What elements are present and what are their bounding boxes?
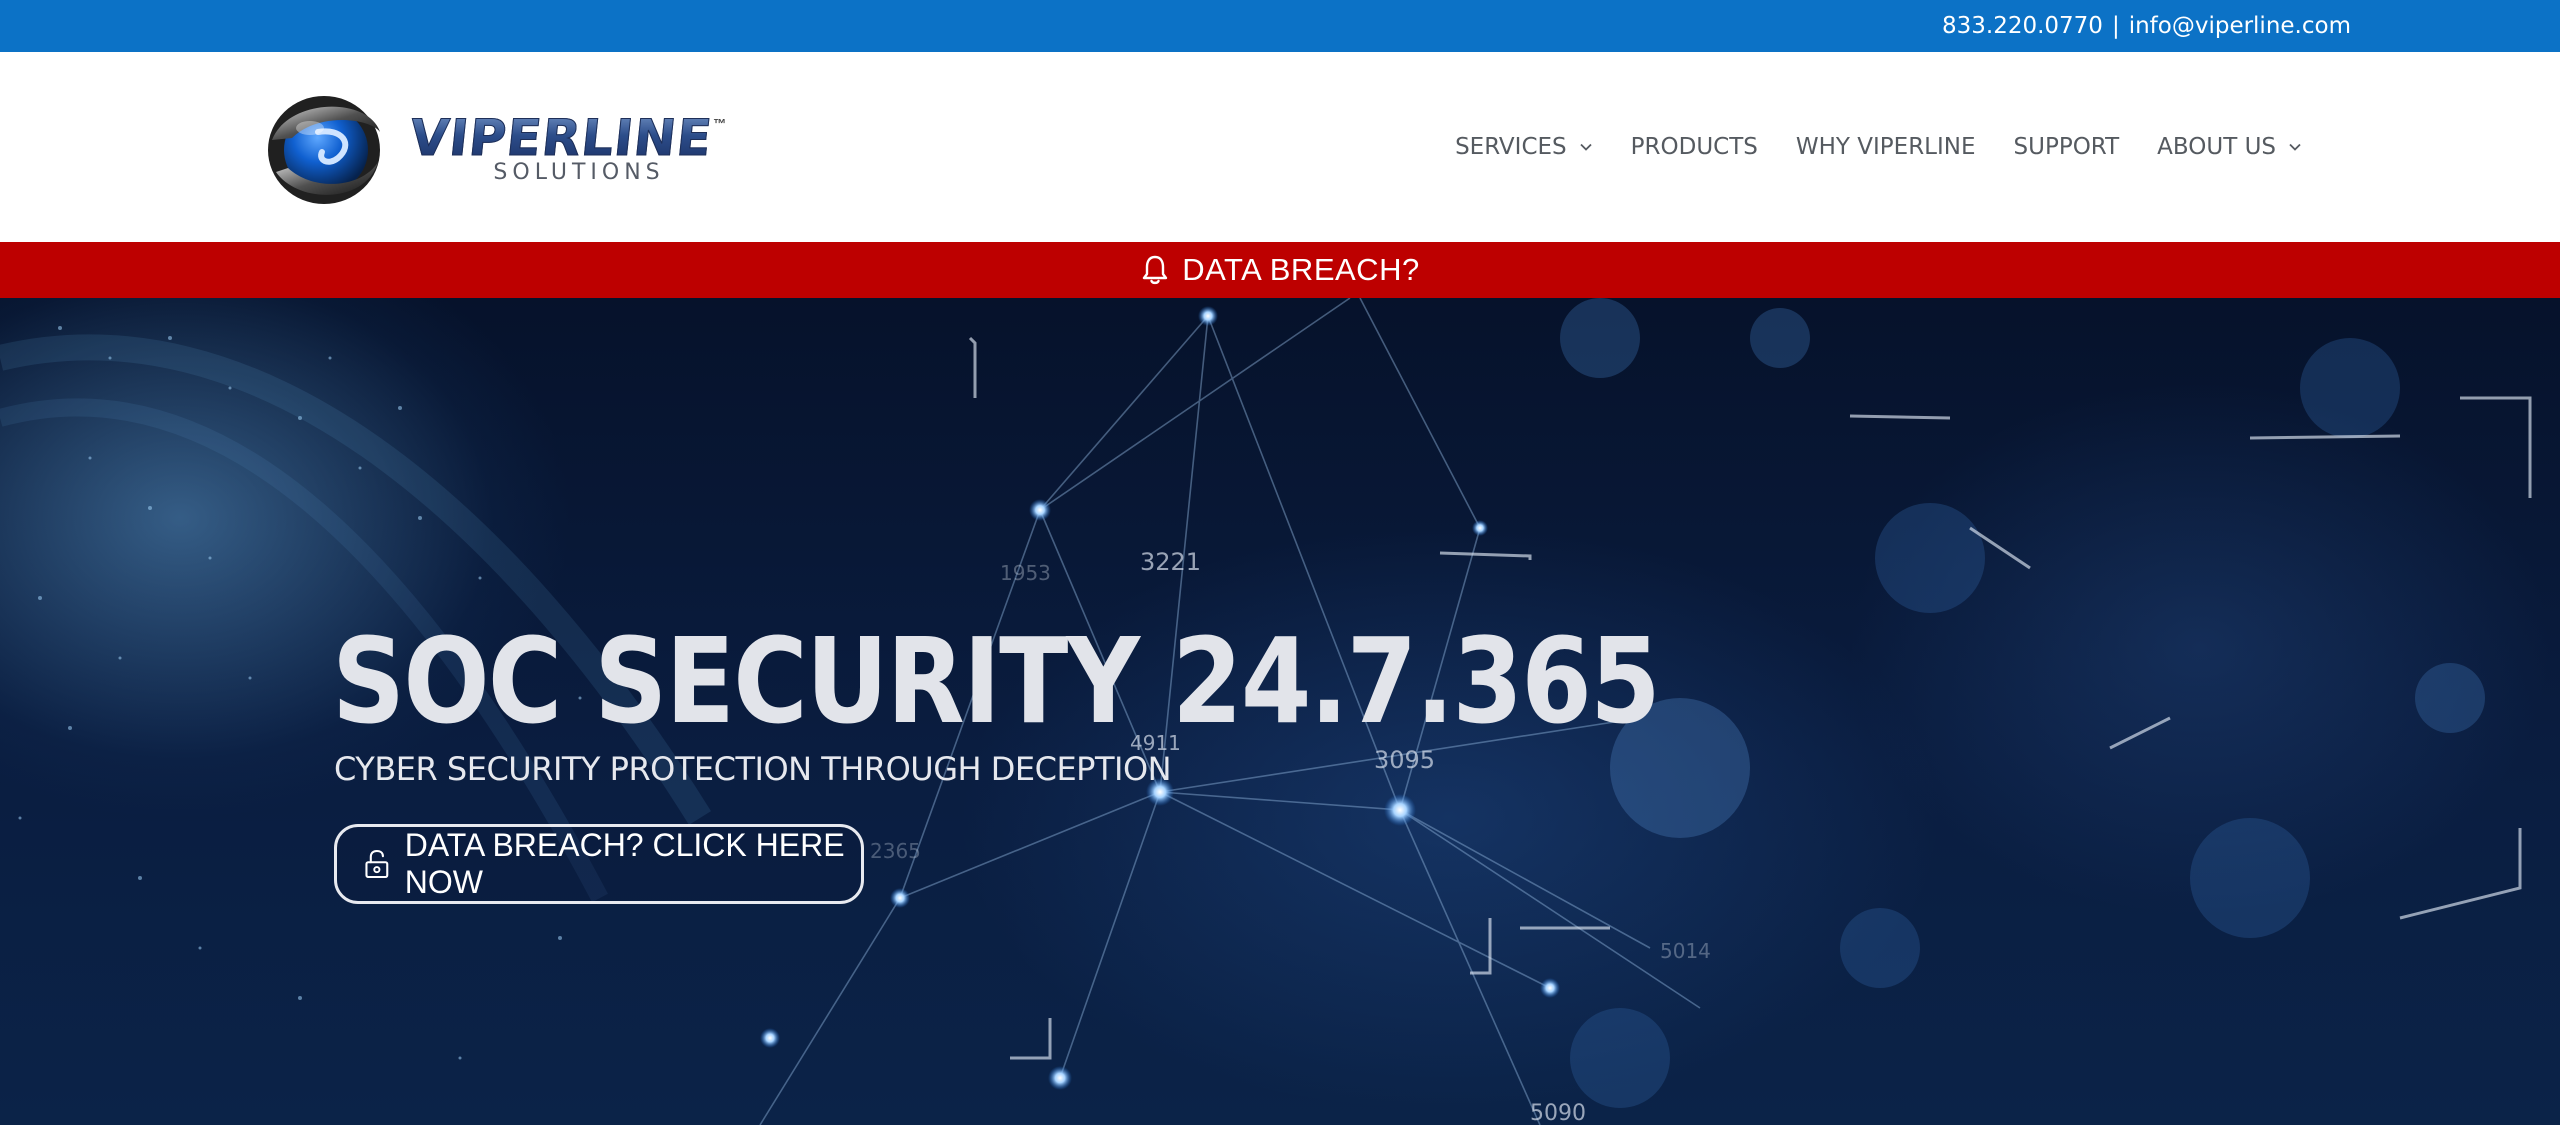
nav-item-label: ABOUT US <box>2157 134 2276 160</box>
alert-label: DATA BREACH? <box>1182 252 1420 287</box>
bg-number: 1953 <box>1000 561 1051 585</box>
bg-number: 3095 <box>1374 746 1435 774</box>
contact-separator: | <box>2111 13 2120 39</box>
main-nav: SERVICES PRODUCTS WHY VIPERLINE SUPPORT … <box>1417 52 2302 242</box>
site-header: VIPERLINE ™ SOLUTIONS SERVICES PRODUCTS … <box>0 52 2560 242</box>
viperline-logo-icon <box>268 96 380 204</box>
nav-item-support[interactable]: SUPPORT <box>2014 134 2120 160</box>
data-breach-alert-bar[interactable]: DATA BREACH? <box>0 242 2560 298</box>
bg-number: 2365 <box>870 839 921 863</box>
nav-item-label: PRODUCTS <box>1630 134 1758 160</box>
nav-item-services[interactable]: SERVICES <box>1455 134 1593 160</box>
bell-icon <box>1143 255 1168 285</box>
nav-item-label: SUPPORT <box>2013 134 2120 160</box>
hero-subtitle: CYBER SECURITY PROTECTION THROUGH DECEPT… <box>334 750 1172 788</box>
chevron-down-icon <box>2289 143 2301 151</box>
bg-number: 5014 <box>1660 939 1711 963</box>
unlock-icon <box>365 849 389 879</box>
logo-wordmark: VIPERLINE ™ SOLUTIONS <box>406 108 726 185</box>
cta-label: DATA BREACH? CLICK HERE NOW <box>404 827 845 900</box>
site-logo[interactable]: VIPERLINE ™ SOLUTIONS <box>258 88 758 208</box>
nav-item-about-us[interactable]: ABOUT US <box>2157 134 2302 160</box>
chevron-down-icon <box>1580 143 1592 151</box>
nav-item-label: SERVICES <box>1455 134 1567 160</box>
nav-item-label: WHY VIPERLINE <box>1795 134 1976 160</box>
logo-trademark: ™ <box>713 115 727 131</box>
bg-number: 3221 <box>1140 548 1201 576</box>
hero-title: SOC SECURITY 24.7.365 <box>332 612 1661 750</box>
top-contact-bar: 833.220.0770 | info@viperline.com <box>0 0 2560 52</box>
hero-banner: 3221 1953 4911 3095 5090 5014 2365 SOC S… <box>0 298 2560 1125</box>
nav-item-products[interactable]: PRODUCTS <box>1631 134 1758 160</box>
nav-item-why-viperline[interactable]: WHY VIPERLINE <box>1796 134 1976 160</box>
logo-name: VIPERLINE <box>406 108 716 167</box>
email-link[interactable]: info@viperline.com <box>2129 13 2351 39</box>
bg-number: 5090 <box>1530 1101 1586 1125</box>
data-breach-cta-button[interactable]: DATA BREACH? CLICK HERE NOW <box>334 824 864 904</box>
phone-link[interactable]: 833.220.0770 <box>1942 13 2103 39</box>
